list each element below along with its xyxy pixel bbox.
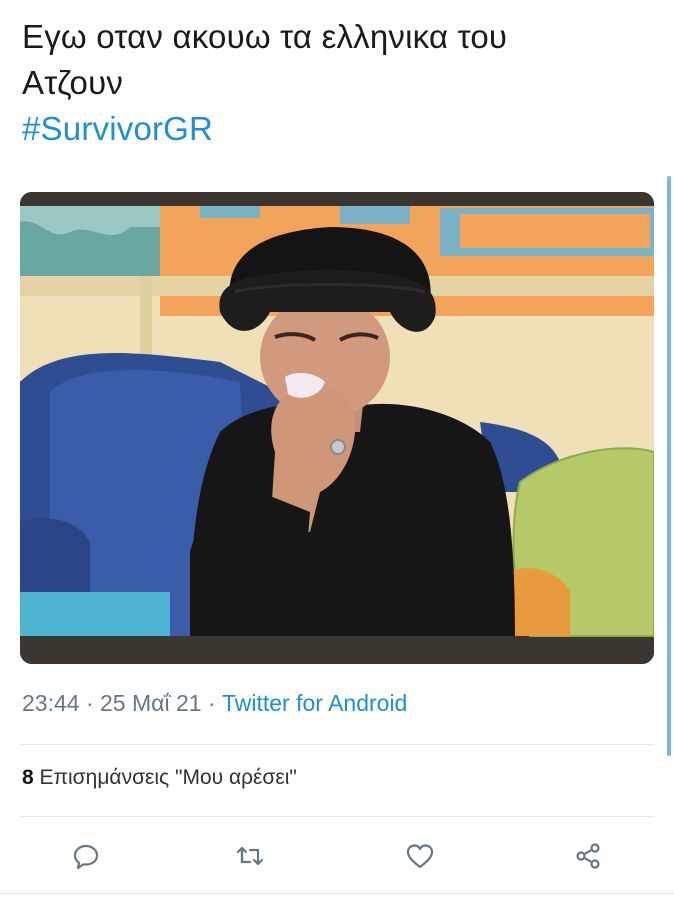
divider: [20, 816, 654, 817]
like-button[interactable]: [400, 836, 440, 876]
tweet-time: 23:44: [22, 690, 80, 716]
tweet-text-line-1: Εγω οταν ακουω τα ελληνικα του: [22, 18, 508, 55]
tweet-meta: 23:44 · 25 Μαΐ 21 · Twitter for Android: [22, 690, 407, 717]
likes-summary[interactable]: 8 Επισημάνσεις "Μου αρέσει": [22, 766, 297, 790]
retweet-icon: [236, 846, 264, 866]
divider: [20, 744, 654, 745]
scrollbar[interactable]: [667, 176, 671, 756]
tweet-source-link[interactable]: Twitter for Android: [222, 690, 407, 716]
reply-icon: [73, 844, 99, 870]
tweet-actions: [20, 830, 654, 882]
heart-icon: [406, 844, 434, 869]
meta-separator: ·: [201, 690, 222, 716]
likes-label: Επισημάνσεις "Μου αρέσει": [33, 766, 297, 789]
tweet-image-picture: [20, 192, 654, 664]
retweet-button[interactable]: [230, 836, 270, 876]
tweet-text: Εγω οταν ακουω τα ελληνικα του Ατζουν #S…: [22, 14, 652, 152]
bottom-divider: [0, 893, 674, 894]
meta-separator: ·: [79, 690, 101, 716]
tweet-date: 25 Μαΐ 21: [100, 690, 202, 716]
tweet-image[interactable]: [20, 192, 654, 664]
hashtag-link[interactable]: #SurvivorGR: [22, 106, 213, 152]
share-icon: [576, 843, 600, 869]
tweet-text-line-2: Ατζουν: [22, 64, 124, 101]
share-button[interactable]: [568, 836, 608, 876]
reply-button[interactable]: [66, 836, 106, 876]
likes-count: 8: [22, 766, 34, 789]
